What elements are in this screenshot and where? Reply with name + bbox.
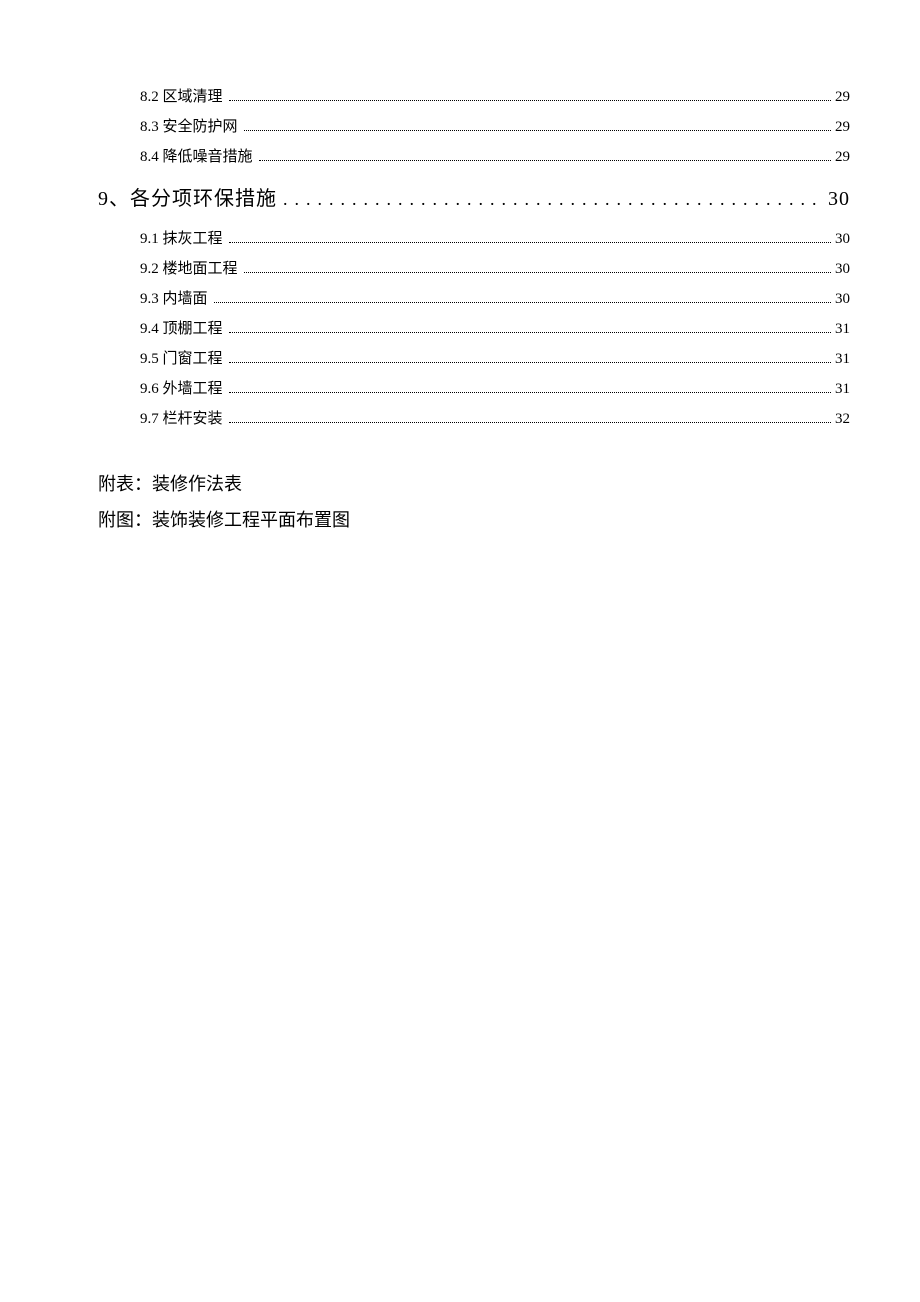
toc-page-number: 30	[835, 231, 850, 248]
toc-label: 8.4 降低噪音措施	[140, 145, 253, 166]
toc-label: 9.4 顶棚工程	[140, 317, 223, 338]
toc-leader-dots	[229, 362, 831, 363]
toc-leader-dots	[229, 422, 831, 423]
toc-section-label: 9、各分项环保措施	[98, 182, 277, 211]
toc-section-page-number: 30	[828, 188, 850, 211]
toc-leader-dots	[259, 160, 831, 161]
toc-item-9-7: 9.7 栏杆安装 32	[140, 407, 850, 428]
toc-leader-dots	[214, 302, 831, 303]
appendix-block: 附表：装修作法表 附图：装饰装修工程平面布置图	[98, 466, 850, 538]
toc-item-9-3: 9.3 内墙面 30	[140, 287, 850, 308]
toc-item-8-2: 8.2 区域清理 29	[140, 85, 850, 106]
toc-leader-dots	[229, 242, 831, 243]
toc-label: 8.2 区域清理	[140, 85, 223, 106]
toc-leader-dots	[229, 100, 831, 101]
toc-label: 9.6 外墙工程	[140, 377, 223, 398]
toc-label: 9.5 门窗工程	[140, 347, 223, 368]
toc-leader-dots	[229, 332, 831, 333]
toc-page-number: 29	[835, 149, 850, 166]
toc-leader-dots	[244, 130, 831, 131]
toc-item-9-6: 9.6 外墙工程 31	[140, 377, 850, 398]
toc-page-number: 30	[835, 261, 850, 278]
toc-item-8-3: 8.3 安全防护网 29	[140, 115, 850, 136]
toc-label: 8.3 安全防护网	[140, 115, 238, 136]
toc-page-number: 29	[835, 119, 850, 136]
toc-section-9: 9、各分项环保措施 ..............................…	[98, 182, 850, 211]
toc-item-8-4: 8.4 降低噪音措施 29	[140, 145, 850, 166]
toc-page-number: 29	[835, 89, 850, 106]
toc-page-number: 31	[835, 351, 850, 368]
toc-item-9-5: 9.5 门窗工程 31	[140, 347, 850, 368]
toc-page-number: 31	[835, 381, 850, 398]
toc-page-number: 30	[835, 291, 850, 308]
toc-leader-dots	[229, 392, 831, 393]
toc-leader-dots-wide: ........................................…	[283, 189, 822, 210]
document-page: 8.2 区域清理 29 8.3 安全防护网 29 8.4 降低噪音措施 29 9…	[0, 0, 920, 538]
toc-page-number: 31	[835, 321, 850, 338]
toc-item-9-1: 9.1 抹灰工程 30	[140, 227, 850, 248]
appendix-table-line: 附表：装修作法表	[98, 466, 850, 502]
toc-page-number: 32	[835, 411, 850, 428]
appendix-figure-line: 附图：装饰装修工程平面布置图	[98, 502, 850, 538]
toc-label: 9.3 内墙面	[140, 287, 208, 308]
toc-label: 9.1 抹灰工程	[140, 227, 223, 248]
toc-label: 9.2 楼地面工程	[140, 257, 238, 278]
toc-item-9-2: 9.2 楼地面工程 30	[140, 257, 850, 278]
toc-item-9-4: 9.4 顶棚工程 31	[140, 317, 850, 338]
toc-label: 9.7 栏杆安装	[140, 407, 223, 428]
toc-leader-dots	[244, 272, 831, 273]
